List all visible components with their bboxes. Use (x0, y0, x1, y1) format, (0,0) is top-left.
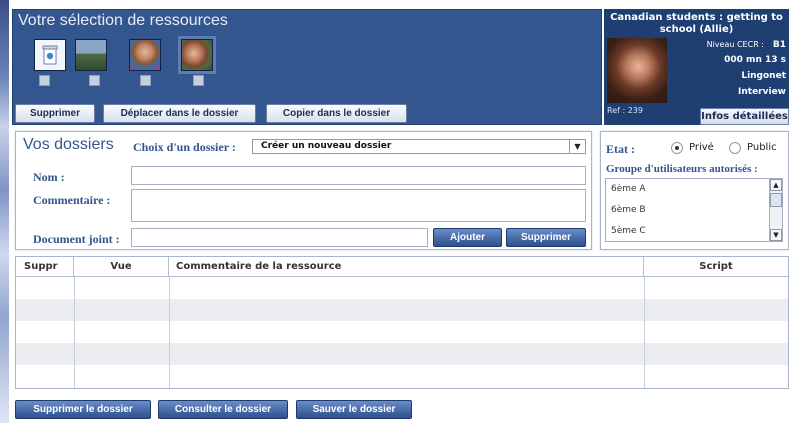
background-decoration (0, 0, 9, 423)
scroll-thumb[interactable] (770, 193, 782, 207)
table-header: Suppr Vue Commentaire de la ressource Sc… (16, 257, 788, 277)
list-item[interactable]: 6ème B (611, 205, 646, 215)
add-attachment-button[interactable]: Ajouter (433, 228, 502, 247)
header-script: Script (699, 261, 733, 272)
scroll-down-icon[interactable]: ▼ (770, 229, 782, 241)
resource-info-panel: Canadian students : getting to school (A… (604, 9, 789, 125)
resource-photo (607, 38, 667, 103)
list-item[interactable]: 5ème C (611, 226, 646, 236)
select-checkbox[interactable] (140, 75, 151, 86)
level-value: B1 (772, 40, 786, 50)
list-item[interactable]: 6ème A (611, 184, 646, 194)
name-label: Nom : (33, 170, 65, 184)
attachment-label: Document joint : (33, 232, 120, 246)
landscape-photo-icon[interactable] (75, 39, 107, 71)
resource-type: Interview (738, 87, 786, 97)
remove-attachment-button[interactable]: Supprimer (506, 228, 586, 247)
delete-folder-button[interactable]: Supprimer le dossier (15, 400, 151, 419)
level-label: Niveau CECR : (706, 40, 764, 49)
groups-scrollbar[interactable]: ▲ ▼ (769, 179, 782, 241)
table-row[interactable] (16, 299, 788, 321)
state-panel: Etat : Privé Public Groupe d'utilisateur… (600, 131, 789, 250)
resource-table: Suppr Vue Commentaire de la ressource Sc… (15, 256, 789, 389)
people-photo-icon[interactable] (178, 36, 216, 74)
name-field[interactable] (131, 166, 586, 185)
attachment-field[interactable] (131, 228, 428, 247)
details-button[interactable]: Infos détaillées (700, 108, 789, 125)
column-divider (74, 277, 75, 388)
view-folder-button[interactable]: Consulter le dossier (158, 400, 288, 419)
table-row[interactable] (16, 321, 788, 343)
save-folder-button[interactable]: Sauver le dossier (296, 400, 412, 419)
resource-title: Canadian students : getting to school (A… (610, 12, 783, 35)
chevron-down-icon[interactable]: ▼ (569, 140, 585, 153)
delete-selection-button[interactable]: Supprimer (15, 104, 95, 123)
column-divider (169, 277, 170, 388)
select-checkbox[interactable] (193, 75, 204, 86)
duration: 000 mn 13 s (724, 55, 786, 65)
comment-field[interactable] (131, 189, 586, 222)
header-comment: Commentaire de la ressource (169, 257, 644, 277)
private-label: Privé (689, 142, 714, 153)
folders-panel: Vos dossiers Choix d'un dossier : Créer … (15, 131, 592, 250)
selection-title: Votre sélection de ressources (18, 12, 228, 29)
comment-label: Commentaire : (33, 193, 111, 207)
select-checkbox[interactable] (39, 75, 50, 86)
column-divider (644, 277, 645, 388)
state-label: Etat : (606, 142, 635, 156)
folder-select[interactable]: Créer un nouveau dossier ▼ (252, 139, 586, 154)
person-photo-icon[interactable] (129, 39, 161, 71)
table-row[interactable] (16, 365, 788, 387)
public-radio[interactable] (729, 142, 741, 154)
private-radio[interactable] (671, 142, 683, 154)
selection-panel: Votre sélection de ressources Supprimer … (12, 9, 602, 125)
folder-select-value: Créer un nouveau dossier (261, 141, 392, 151)
header-vue: Vue (74, 257, 169, 277)
groups-label: Groupe d'utilisateurs autorisés : (606, 163, 758, 175)
trash-document-icon[interactable] (34, 39, 66, 71)
copy-to-folder-button[interactable]: Copier dans le dossier (266, 104, 407, 123)
header-suppr: Suppr (16, 257, 74, 277)
table-row[interactable] (16, 343, 788, 365)
groups-listbox[interactable]: 6ème A 6ème B 5ème C ▲ ▼ (605, 178, 783, 242)
move-to-folder-button[interactable]: Déplacer dans le dossier (103, 104, 256, 123)
source: Lingonet (741, 71, 786, 81)
table-row[interactable] (16, 277, 788, 299)
folders-title: Vos dossiers (23, 136, 114, 153)
folder-choice-label: Choix d'un dossier : (133, 140, 236, 154)
select-checkbox[interactable] (89, 75, 100, 86)
resource-ref: Ref : 239 (607, 106, 643, 115)
public-label: Public (747, 142, 777, 153)
scroll-up-icon[interactable]: ▲ (770, 179, 782, 191)
